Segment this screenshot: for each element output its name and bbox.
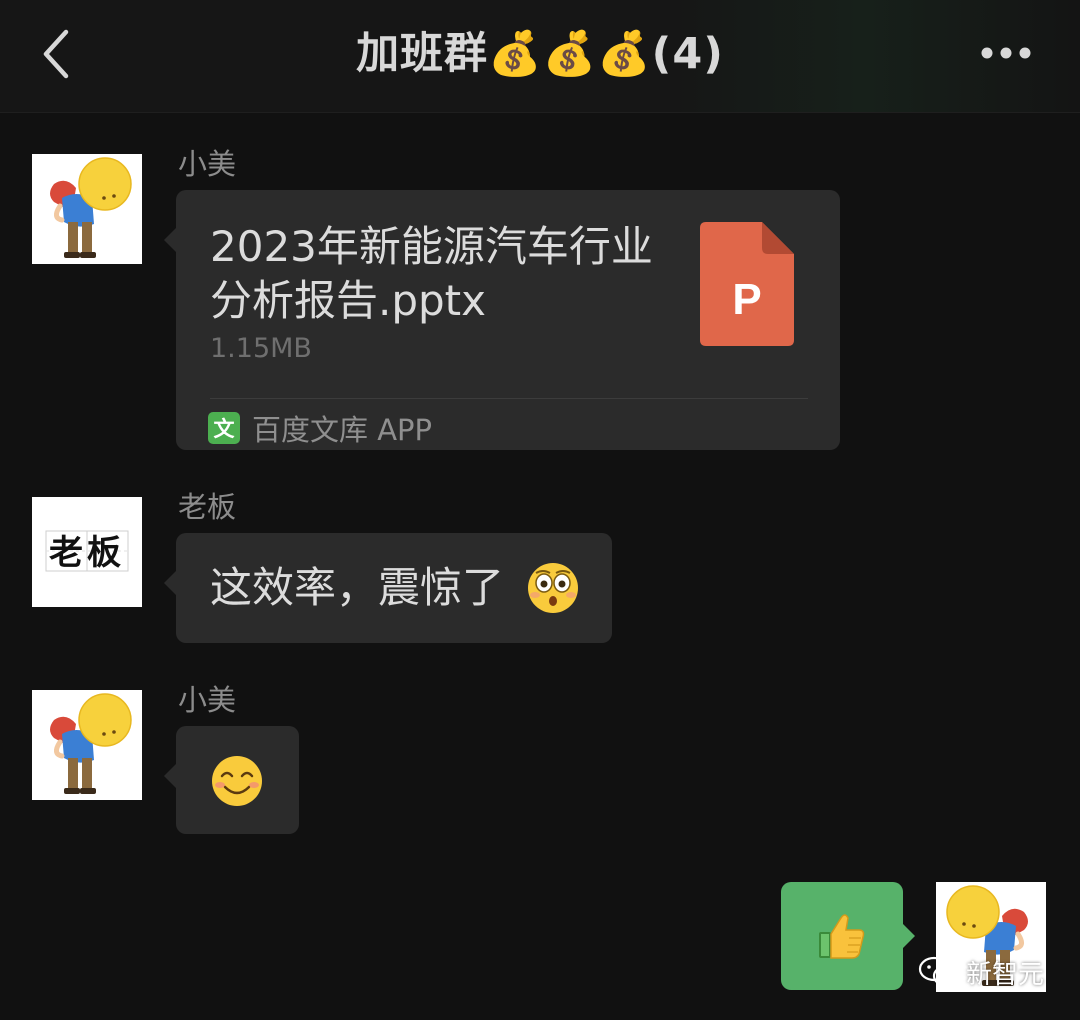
avatar-xiaomei[interactable] xyxy=(32,154,142,264)
sender-name: 老板 xyxy=(178,490,237,524)
text-message-bubble[interactable]: 这效率，震惊了 xyxy=(164,533,612,643)
wechat-icon xyxy=(918,956,960,987)
avatar-text: 老板 xyxy=(49,533,125,573)
chat-title: 加班群💰💰💰(4) xyxy=(356,29,724,79)
flushed-face-icon xyxy=(526,561,580,619)
thumbs-up-icon xyxy=(815,910,867,966)
message-text: 这效率，震惊了 xyxy=(210,563,505,612)
file-name: 2023年新能源汽车行业分析报告.pptx xyxy=(210,222,653,325)
emoji-message-bubble[interactable] xyxy=(164,726,299,834)
outgoing-emoji-bubble[interactable] xyxy=(781,882,915,990)
source-label: 百度文库 APP xyxy=(252,413,433,447)
baidu-wenku-icon: 文 xyxy=(208,412,240,444)
file-icon-letter: P xyxy=(732,275,761,324)
chat-header: 加班群💰💰💰(4) xyxy=(0,0,1080,113)
file-message-card[interactable]: 2023年新能源汽车行业分析报告.pptx 1.15MB P 文 百度文库 AP… xyxy=(164,190,840,450)
smiling-face-icon xyxy=(210,754,264,812)
file-source[interactable]: 文 百度文库 APP xyxy=(208,408,432,448)
boss-avatar-image: 老板 xyxy=(32,497,142,607)
sender-name: 小美 xyxy=(178,147,237,181)
file-size: 1.15MB xyxy=(210,333,312,364)
bubble-tail xyxy=(164,571,176,595)
more-dots-icon xyxy=(981,47,1031,59)
bubble-tail xyxy=(903,924,915,948)
more-button[interactable] xyxy=(972,32,1038,74)
watermark: 新智元 xyxy=(918,950,1044,994)
card-divider xyxy=(210,398,808,399)
bubble-tail xyxy=(164,764,176,788)
bowing-person-icon xyxy=(32,690,142,800)
avatar-boss[interactable]: 老板 xyxy=(32,497,142,607)
avatar-xiaomei[interactable] xyxy=(32,690,142,800)
pptx-file-icon: P xyxy=(700,222,794,350)
bowing-person-icon xyxy=(32,154,142,264)
watermark-text: 新智元 xyxy=(966,959,1045,990)
bubble-tail xyxy=(164,228,176,252)
sender-name: 小美 xyxy=(178,683,237,717)
